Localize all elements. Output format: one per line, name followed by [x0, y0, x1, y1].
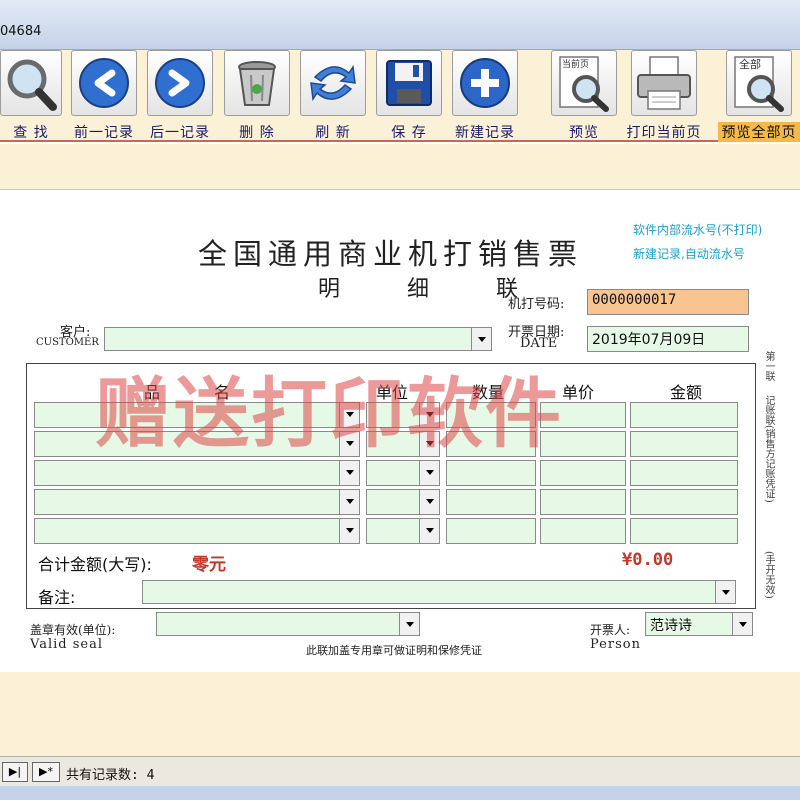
next-record-label: 后一记录	[150, 125, 210, 141]
chevron-down-icon[interactable]	[339, 490, 359, 514]
total-in-words: 零元	[192, 555, 226, 575]
toolbar-spacer	[0, 144, 800, 190]
arrow-right-icon	[147, 50, 213, 116]
item-name-cell[interactable]	[34, 489, 360, 515]
trash-icon	[224, 50, 290, 116]
customer-label-en: CUSTOMER	[36, 337, 99, 348]
amount-cell[interactable]	[630, 460, 738, 486]
date-label-en: DATE	[520, 336, 558, 351]
seal-label: 盖章有效(单位):	[30, 623, 116, 637]
window-title: 04684	[0, 24, 42, 39]
record-count: 共有记录数: 4	[66, 768, 155, 783]
magnifier-icon	[0, 50, 62, 116]
print-current-page-label: 打印当前页	[626, 125, 702, 141]
issuer-select[interactable]: 范诗诗	[645, 612, 753, 636]
item-name-cell[interactable]	[34, 460, 360, 486]
refresh-button[interactable]: 刷 新	[298, 50, 368, 142]
search-label: 查 找	[13, 125, 49, 141]
unit-cell[interactable]	[366, 518, 440, 544]
printer-icon	[631, 50, 697, 116]
plus-icon	[452, 50, 518, 116]
chevron-down-icon[interactable]	[419, 490, 439, 514]
seal-note: 此联加盖专用章可做证明和保修凭证	[306, 644, 482, 657]
next-record-button[interactable]: 后一记录	[146, 50, 214, 142]
prev-record-label: 前一记录	[74, 125, 134, 141]
save-label: 保 存	[391, 125, 427, 141]
chevron-down-icon[interactable]	[471, 328, 491, 350]
machine-no-field[interactable]: 0000000017	[587, 289, 749, 315]
preview-all-icon-text: 全部	[739, 57, 761, 71]
remark-select[interactable]	[142, 580, 736, 604]
record-navigator: ▶| ▶* 共有记录数: 4	[0, 756, 800, 786]
delete-button[interactable]: 删 除	[222, 50, 292, 142]
price-cell[interactable]	[540, 489, 626, 515]
arrow-left-icon	[71, 50, 137, 116]
total-label: 合计金额(大写):	[38, 555, 152, 574]
preview-label: 预览	[569, 125, 599, 141]
seal-unit-select[interactable]	[156, 612, 420, 636]
refresh-icon	[300, 50, 366, 116]
preview-all-icon: 全部	[726, 50, 792, 116]
refresh-label: 刷 新	[315, 125, 351, 141]
window-bottom-edge	[0, 786, 800, 800]
amount-cell[interactable]	[630, 489, 738, 515]
chevron-down-icon[interactable]	[339, 461, 359, 485]
chevron-down-icon[interactable]	[419, 519, 439, 543]
floppy-save-icon	[376, 50, 442, 116]
save-button[interactable]: 保 存	[374, 50, 444, 142]
price-cell[interactable]	[540, 460, 626, 486]
amount-cell[interactable]	[630, 431, 738, 457]
seal-label-en: Valid seal	[30, 637, 103, 652]
quantity-cell[interactable]	[446, 518, 536, 544]
promo-watermark: 赠送打印软件	[95, 369, 563, 458]
side-copy-desc: 记账联(销售方记账凭证)	[763, 395, 774, 503]
next-record-nav-icon[interactable]: ▶|	[2, 762, 28, 782]
lower-panel	[0, 672, 800, 756]
prev-record-button[interactable]: 前一记录	[70, 50, 138, 142]
customer-select[interactable]	[104, 327, 492, 351]
serial-note-2: 新建记录,自动流水号	[633, 247, 745, 261]
issuer-label-en: Person	[590, 637, 641, 652]
col-header-price: 单价	[562, 383, 595, 402]
remark-label: 备注:	[38, 588, 76, 607]
preview-page-icon: 当前页	[551, 50, 617, 116]
quantity-cell[interactable]	[446, 489, 536, 515]
preview-button[interactable]: 当前页 预览	[548, 50, 620, 142]
quantity-cell[interactable]	[446, 460, 536, 486]
price-cell[interactable]	[540, 518, 626, 544]
amount-cell[interactable]	[630, 402, 738, 428]
invoice-title: 全国通用商业机打销售票	[198, 237, 584, 271]
chevron-down-icon[interactable]	[732, 613, 752, 635]
search-button[interactable]: 查 找	[0, 50, 62, 142]
chevron-down-icon[interactable]	[715, 581, 735, 603]
unit-cell[interactable]	[366, 460, 440, 486]
col-header-amount: 金额	[670, 383, 703, 402]
item-name-cell[interactable]	[34, 518, 360, 544]
new-record-nav-icon[interactable]: ▶*	[32, 762, 60, 782]
chevron-down-icon[interactable]	[419, 461, 439, 485]
new-record-label: 新建记录	[455, 125, 515, 141]
side-copy-handwritten-invalid: (手开无效)	[763, 551, 774, 599]
issuer-value: 范诗诗	[650, 618, 692, 634]
preview-page-icon-text: 当前页	[562, 58, 589, 70]
issuer-label: 开票人:	[590, 623, 631, 637]
amount-cell[interactable]	[630, 518, 738, 544]
chevron-down-icon[interactable]	[399, 613, 419, 635]
machine-no-label: 机打号码:	[508, 297, 565, 312]
delete-label: 删 除	[239, 125, 275, 141]
print-current-page-button[interactable]: 打印当前页	[624, 50, 704, 142]
side-copy-number: 第一联	[763, 351, 774, 381]
total-amount: ¥0.00	[622, 550, 674, 570]
date-field[interactable]: 2019年07月09日	[587, 326, 749, 352]
serial-note-1: 软件内部流水号(不打印)	[633, 223, 763, 237]
main-toolbar: 查 找 前一记录 后一记录 删 除 刷 新 保 存 新建记录 当前页 预览 打印…	[0, 50, 800, 142]
preview-all-label: 预览全部页	[718, 122, 800, 142]
chevron-down-icon[interactable]	[339, 519, 359, 543]
preview-all-button[interactable]: 全部 预览全部页	[718, 50, 800, 142]
new-record-button[interactable]: 新建记录	[450, 50, 520, 142]
unit-cell[interactable]	[366, 489, 440, 515]
window-title-bar: 04684	[0, 0, 800, 50]
